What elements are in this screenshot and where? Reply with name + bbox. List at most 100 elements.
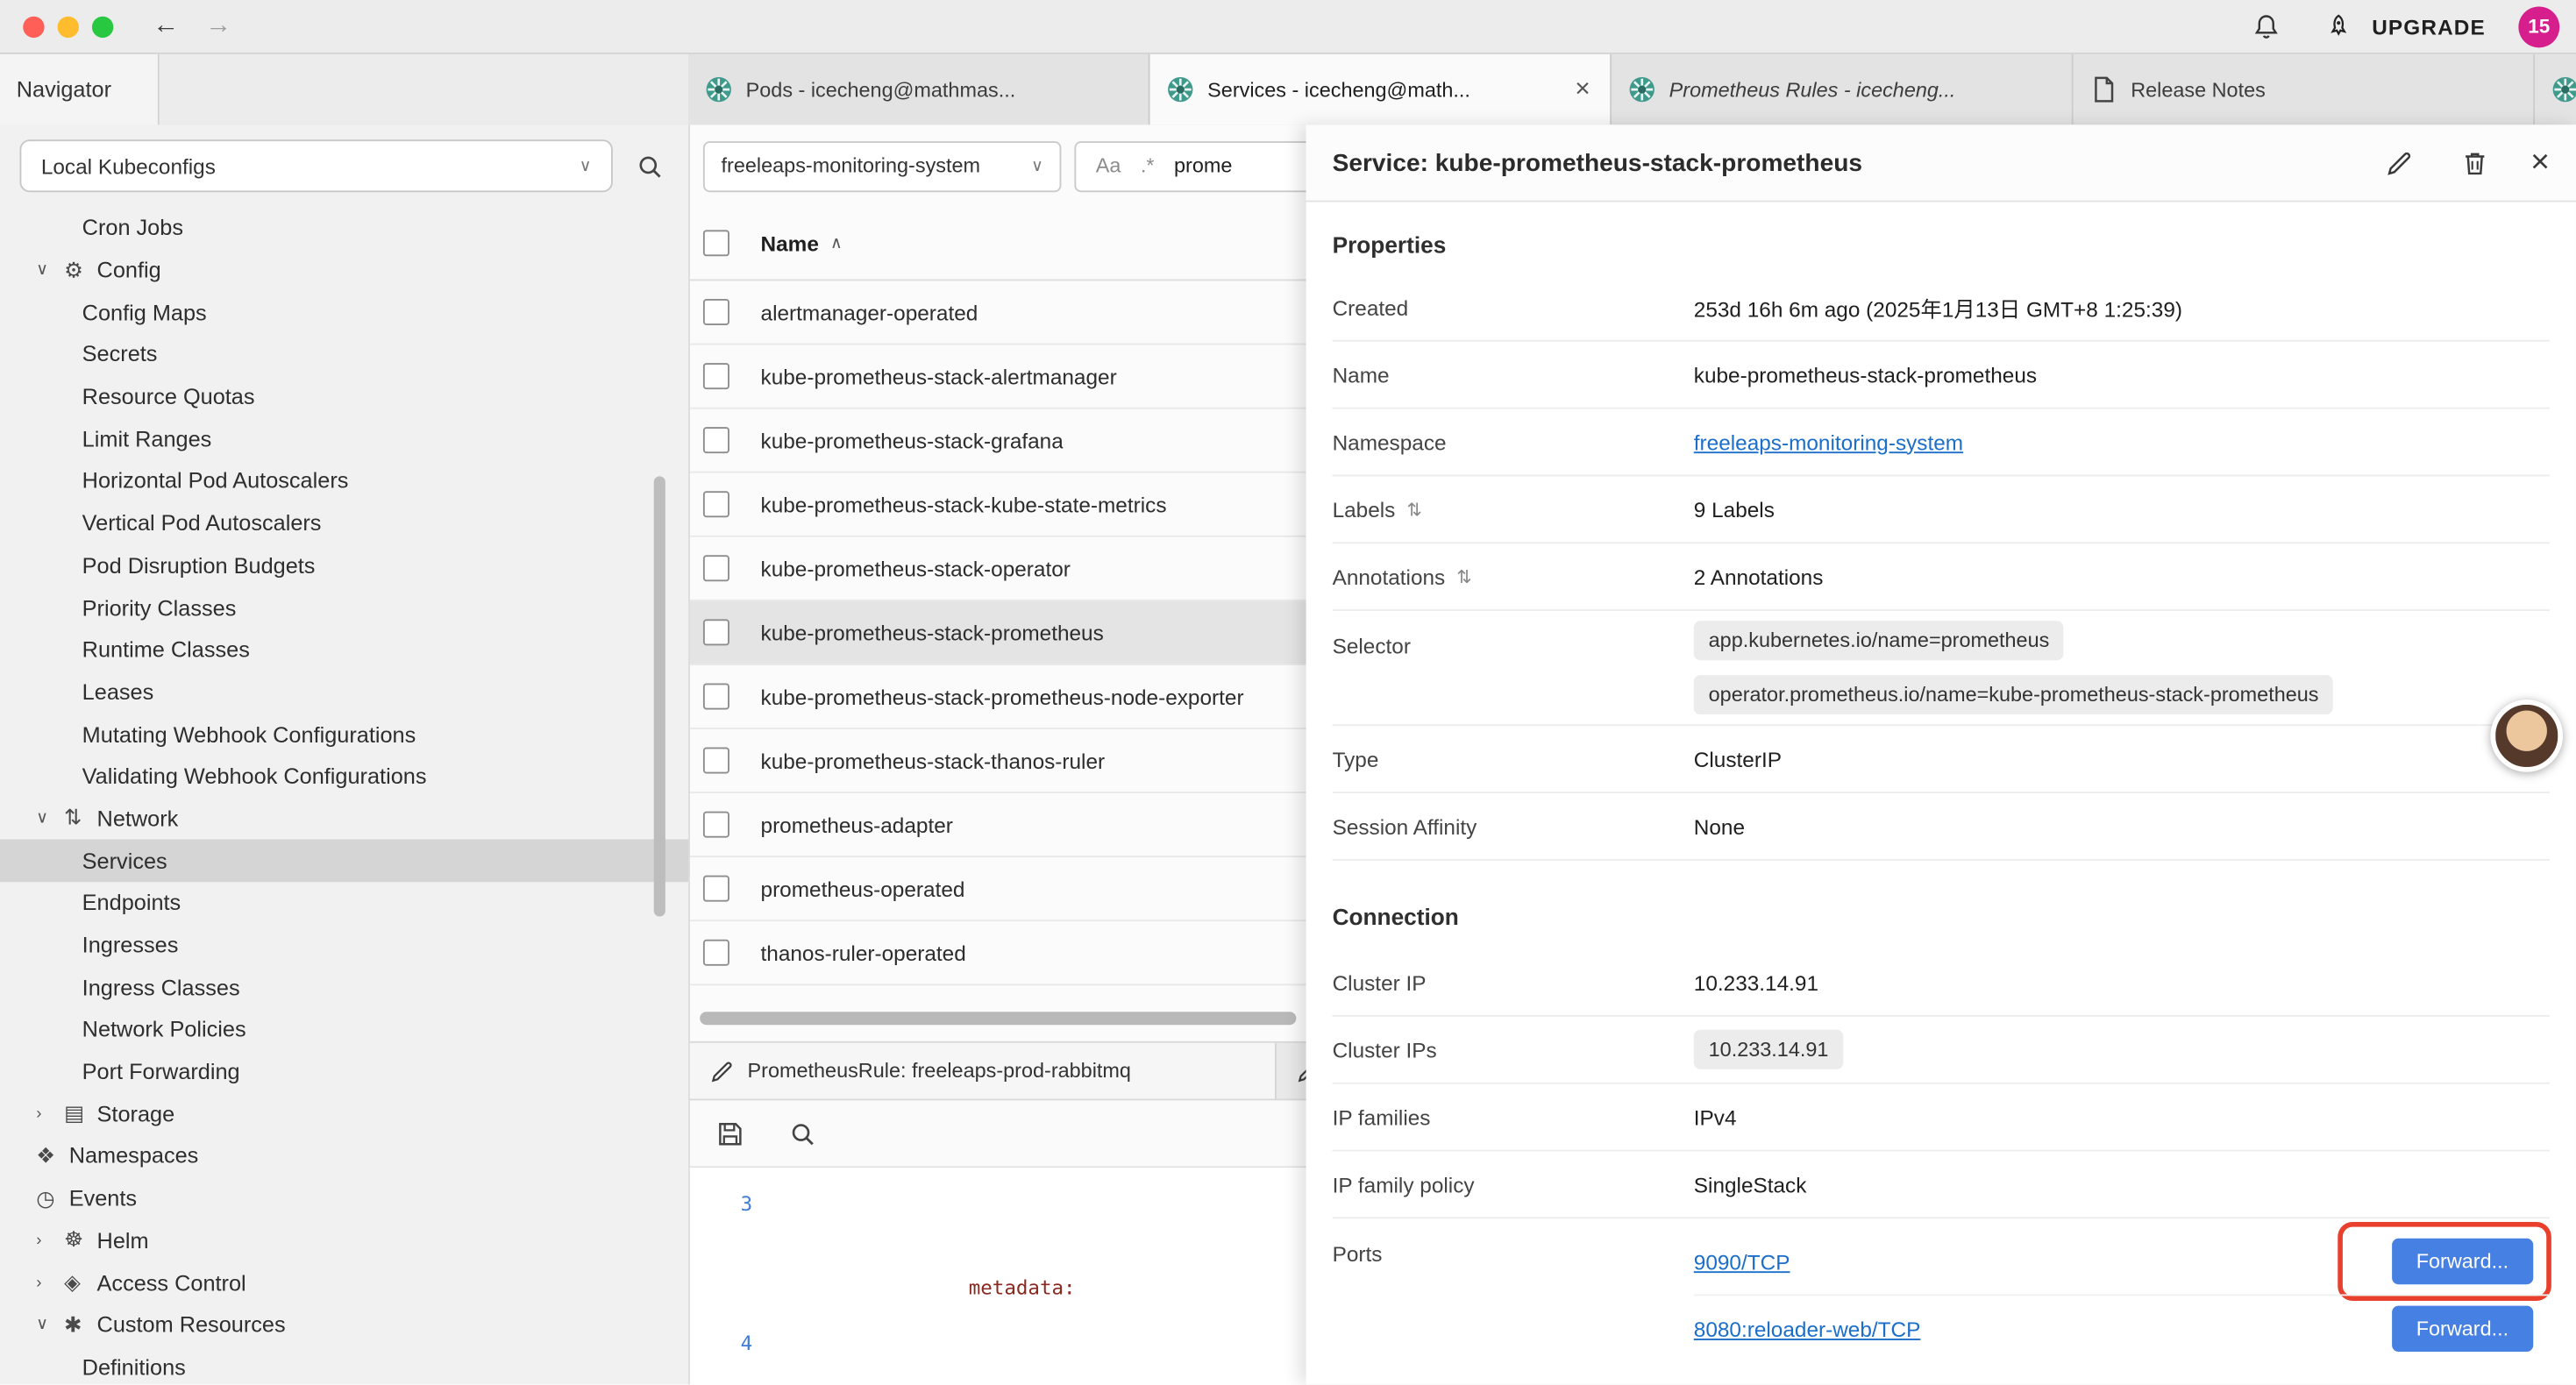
sidebar-item[interactable]: Runtime Classes xyxy=(0,629,688,671)
notifications-bell-icon[interactable] xyxy=(2247,6,2287,46)
sidebar-item[interactable]: Endpoints xyxy=(0,882,688,924)
sidebar-item[interactable]: ∨ Network xyxy=(0,798,688,840)
sidebar-item[interactable]: Vertical Pod Autoscalers xyxy=(0,502,688,544)
row-checkbox[interactable] xyxy=(703,812,729,838)
namespace-link[interactable]: freeleaps-monitoring-system xyxy=(1694,430,1963,454)
port-forward-button[interactable]: Forward... xyxy=(2392,1239,2534,1284)
sidebar-item[interactable]: Definitions xyxy=(0,1346,688,1385)
namespace-selector[interactable]: freeleaps-monitoring-system ∨ xyxy=(703,140,1061,191)
property-row-labels: Labels ⇅ 9 Labels xyxy=(1333,476,2550,543)
regex-toggle[interactable]: .* xyxy=(1141,154,1155,177)
annotations-value: 2 Annotations xyxy=(1694,565,1824,589)
sidebar-item[interactable]: Mutating Webhook Configurations xyxy=(0,714,688,756)
row-checkbox[interactable] xyxy=(703,427,729,453)
sidebar-item[interactable]: Secrets xyxy=(0,333,688,375)
row-checkbox[interactable] xyxy=(703,363,729,389)
delete-button[interactable] xyxy=(2455,143,2494,182)
editor-tab[interactable]: Release Notes xyxy=(2074,54,2536,125)
maximize-window-button[interactable] xyxy=(92,16,113,37)
row-checkbox[interactable] xyxy=(703,748,729,774)
cluster-ip-badge: 10.233.14.91 xyxy=(1694,1030,1844,1069)
row-checkbox[interactable] xyxy=(703,555,729,581)
forward-button[interactable]: → xyxy=(205,13,231,39)
name-value: kube-prometheus-stack-prometheus xyxy=(1694,362,2037,387)
select-all-checkbox[interactable] xyxy=(703,230,729,256)
search-icon[interactable] xyxy=(630,146,669,186)
labels-label: Labels xyxy=(1333,497,1396,522)
notification-count-badge[interactable]: 15 xyxy=(2518,6,2559,47)
sidebar-item-label: Mutating Webhook Configurations xyxy=(82,722,416,747)
scrollbar[interactable] xyxy=(654,476,665,916)
dock-tab[interactable]: PrometheusRule: freeleaps-prod-rabbitmq xyxy=(690,1043,1277,1099)
sidebar-item-icon xyxy=(36,1185,68,1211)
sidebar-item[interactable]: Priority Classes xyxy=(0,586,688,629)
ip-family-policy-label: IP family policy xyxy=(1333,1172,1694,1197)
name-label: Name xyxy=(1333,362,1694,387)
chevron-icon: ∨ xyxy=(36,261,64,280)
editor-tab[interactable]: Prometheus Rules - icecheng... xyxy=(1612,54,2074,125)
sorter-icon[interactable]: ⇅ xyxy=(1406,499,1421,520)
port-link[interactable]: 9090/TCP xyxy=(1694,1249,1790,1274)
cluster-icon xyxy=(705,75,733,103)
row-checkbox[interactable] xyxy=(703,683,729,709)
sidebar-item[interactable]: Services xyxy=(0,840,688,882)
close-icon[interactable]: × xyxy=(2530,146,2550,179)
edit-button[interactable] xyxy=(2380,143,2419,182)
sidebar-item-label: Network xyxy=(97,806,179,831)
chevron-down-icon: ∨ xyxy=(580,157,592,175)
sidebar-item[interactable]: ∨ Custom Resources xyxy=(0,1303,688,1346)
port-link[interactable]: 8080:reloader-web/TCP xyxy=(1694,1317,1921,1341)
sidebar-item[interactable]: Port Forwarding xyxy=(0,1051,688,1093)
row-checkbox[interactable] xyxy=(703,940,729,966)
sidebar-item[interactable]: Ingresses xyxy=(0,924,688,966)
sidebar-item-label: Validating Webhook Configurations xyxy=(82,764,427,789)
sidebar-item[interactable]: Resource Quotas xyxy=(0,376,688,418)
editor-tab[interactable]: Services - icecheng@math... × xyxy=(1150,54,1612,125)
save-icon[interactable] xyxy=(709,1113,749,1153)
sidebar-item[interactable]: Horizontal Pod Autoscalers xyxy=(0,460,688,502)
navigator-sidebar: Local Kubeconfigs ∨ Cron Jobs xyxy=(0,124,690,1384)
user-avatar[interactable] xyxy=(2491,700,2563,771)
minimize-window-button[interactable] xyxy=(58,16,79,37)
sidebar-item[interactable]: › Storage xyxy=(0,1093,688,1135)
sidebar-item[interactable]: Cron Jobs xyxy=(0,207,688,249)
sidebar-item[interactable]: › Access Control xyxy=(0,1261,688,1303)
sidebar-item[interactable]: Namespaces xyxy=(0,1135,688,1177)
close-window-button[interactable] xyxy=(23,16,44,37)
sorter-icon[interactable]: ⇅ xyxy=(1456,565,1471,586)
sidebar-item-label: Cron Jobs xyxy=(82,216,183,240)
sidebar-item[interactable]: Config Maps xyxy=(0,291,688,333)
sidebar-item[interactable]: › Helm xyxy=(0,1219,688,1261)
sidebar-item-label: Config xyxy=(97,258,161,282)
match-case-toggle[interactable]: Aa xyxy=(1096,154,1121,177)
sidebar-item-icon xyxy=(64,1101,96,1127)
line-number: 4 xyxy=(703,1331,779,1385)
horizontal-scrollbar[interactable] xyxy=(700,1012,1296,1025)
port-forward-button[interactable]: Forward... xyxy=(2392,1306,2534,1352)
sidebar-item-label: Events xyxy=(69,1186,137,1211)
sidebar-item-label: Port Forwarding xyxy=(82,1060,240,1084)
sidebar-item[interactable]: Ingress Classes xyxy=(0,966,688,1008)
sidebar-item[interactable]: Events xyxy=(0,1177,688,1219)
sidebar-item-label: Pod Disruption Budgets xyxy=(82,553,316,578)
editor-tab[interactable]: Argo S xyxy=(2535,54,2576,125)
editor-tab[interactable]: Pods - icecheng@mathmas... xyxy=(688,54,1150,125)
sidebar-item[interactable]: Network Policies xyxy=(0,1009,688,1051)
sidebar-item[interactable]: Validating Webhook Configurations xyxy=(0,756,688,798)
sidebar-item[interactable]: Leases xyxy=(0,671,688,714)
upgrade-button[interactable]: UPGRADE xyxy=(2319,6,2486,46)
row-checkbox[interactable] xyxy=(703,619,729,645)
kubeconfig-selector[interactable]: Local Kubeconfigs ∨ xyxy=(19,139,612,192)
name-column-header[interactable]: Name xyxy=(761,231,819,255)
sidebar-item[interactable]: ∨ Config xyxy=(0,249,688,291)
back-button[interactable]: ← xyxy=(153,13,179,39)
tab-close-icon[interactable]: × xyxy=(1571,75,1593,104)
sidebar-item[interactable]: Limit Ranges xyxy=(0,418,688,460)
row-checkbox[interactable] xyxy=(703,299,729,325)
cluster-icon xyxy=(2551,75,2576,103)
row-checkbox[interactable] xyxy=(703,876,729,902)
row-checkbox[interactable] xyxy=(703,491,729,517)
created-value: 253d 16h 6m ago (2025年1月13日 GMT+8 1:25:3… xyxy=(1694,292,2182,323)
editor-search-icon[interactable] xyxy=(782,1113,822,1153)
sidebar-item[interactable]: Pod Disruption Budgets xyxy=(0,544,688,586)
